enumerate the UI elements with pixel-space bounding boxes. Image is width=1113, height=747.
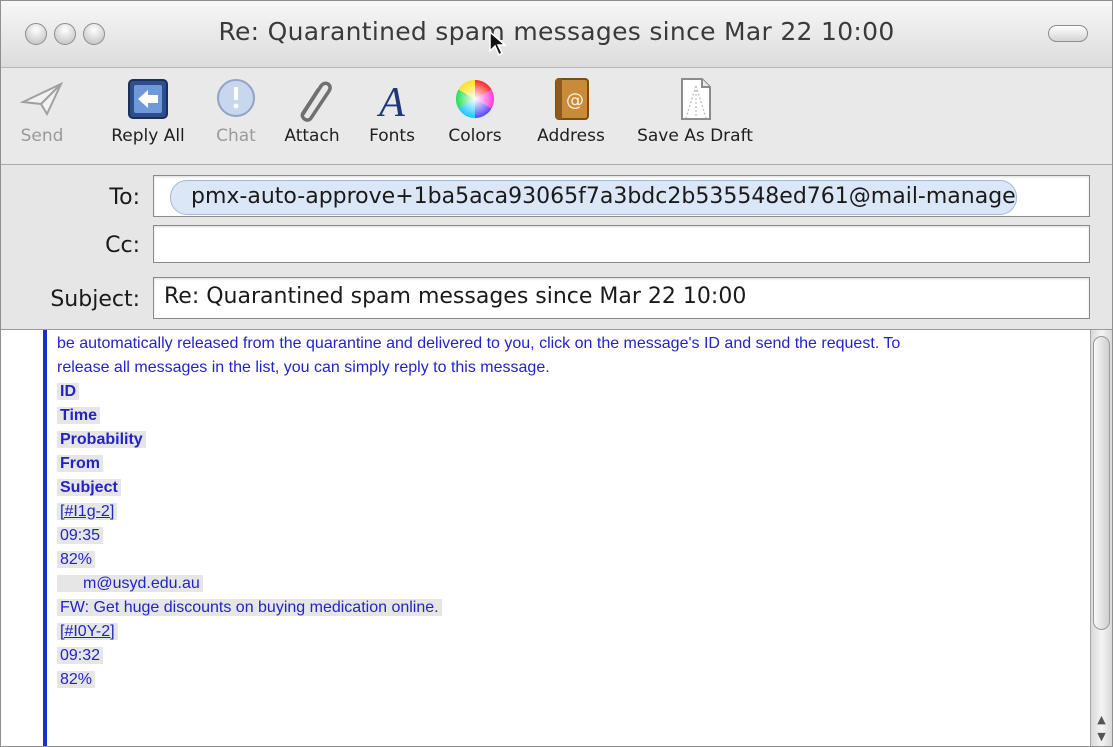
send-label: Send xyxy=(20,126,64,146)
mouse-pointer-icon xyxy=(489,31,508,57)
paperclip-icon xyxy=(300,81,332,122)
attach-label: Attach xyxy=(284,126,340,146)
window-title: Re: Quarantined spam messages since Mar … xyxy=(218,17,895,46)
subject-label: Subject: xyxy=(50,287,140,312)
subject-field[interactable]: Re: Quarantined spam messages since Mar … xyxy=(153,277,1090,319)
message-body[interactable]: be automatically released from the quara… xyxy=(1,329,1112,746)
scroll-up-arrow-icon[interactable]: ▲ xyxy=(1091,711,1112,729)
fonts-label: Fonts xyxy=(369,126,415,146)
paper-plane-icon xyxy=(19,81,64,117)
header-subject: Subject xyxy=(57,476,1087,500)
message-2-time: 09:32 xyxy=(57,647,104,664)
header-from: From xyxy=(57,452,1087,476)
to-label: To: xyxy=(109,185,140,210)
chat-button[interactable]: Chat xyxy=(206,68,266,164)
intro-line-2: release all messages in the list, you ca… xyxy=(57,359,550,376)
header-time-text: Time xyxy=(57,407,101,424)
compose-window: Re: Quarantined spam messages since Mar … xyxy=(0,0,1113,747)
message-1-time-row: 09:35 xyxy=(57,524,1087,548)
message-2-probability-row: 82% xyxy=(57,668,1087,692)
svg-text:A: A xyxy=(376,80,405,124)
message-1-subject: FW: Get huge discounts on buying medicat… xyxy=(57,599,442,616)
recipient-token[interactable]: pmx-auto-approve+1ba5aca93065f7a3bdc2b53… xyxy=(170,180,1017,215)
header-from-text: From xyxy=(57,455,103,472)
scroll-down-arrow-icon[interactable]: ▼ xyxy=(1091,728,1112,746)
header-probability: Probability xyxy=(57,428,1087,452)
message-2-time-row: 09:32 xyxy=(57,644,1087,668)
toolbar-toggle-button[interactable] xyxy=(1048,25,1088,42)
header-probability-text: Probability xyxy=(57,431,146,448)
title-bar: Re: Quarantined spam messages since Mar … xyxy=(1,1,1112,68)
address-button[interactable]: @ Address xyxy=(525,68,617,164)
svg-text:@: @ xyxy=(566,90,584,111)
fonts-button[interactable]: A Fonts xyxy=(357,68,427,164)
save-as-draft-button[interactable]: Save As Draft xyxy=(625,68,765,164)
message-2-id-row: [#I0Y-2] xyxy=(57,620,1087,644)
send-button[interactable]: Send xyxy=(11,68,73,164)
toolbar: Send Reply All Chat Attach A Fonts Color… xyxy=(1,68,1112,164)
to-field[interactable]: pmx-auto-approve+1ba5aca93065f7a3bdc2b53… xyxy=(153,175,1090,217)
address-book-icon: @ xyxy=(555,78,589,120)
reply-all-icon xyxy=(128,79,168,119)
message-1-probability-row: 82% xyxy=(57,548,1087,572)
cc-field[interactable] xyxy=(153,225,1090,263)
attach-button[interactable]: Attach xyxy=(275,68,349,164)
message-1-id-row: [#I1g-2] xyxy=(57,500,1087,524)
reply-all-button[interactable]: Reply All xyxy=(101,68,195,164)
draft-document-icon xyxy=(681,78,711,120)
chat-label: Chat xyxy=(216,126,256,146)
vertical-scrollbar[interactable]: ▲ ▼ xyxy=(1090,330,1112,746)
address-label: Address xyxy=(537,126,605,146)
scrollbar-thumb[interactable] xyxy=(1093,336,1110,630)
message-1-from-row: m@usyd.edu.au xyxy=(57,572,1087,596)
reply-all-label: Reply All xyxy=(111,126,185,146)
colors-label: Colors xyxy=(448,126,502,146)
save-as-draft-label: Save As Draft xyxy=(637,126,753,146)
message-1-id-link[interactable]: [#I1g-2] xyxy=(57,503,118,520)
colors-button[interactable]: Colors xyxy=(437,68,513,164)
font-letter-a-icon: A xyxy=(376,80,405,124)
message-1-subject-row: FW: Get huge discounts on buying medicat… xyxy=(57,596,1087,620)
quoted-content: be automatically released from the quara… xyxy=(57,332,1087,692)
message-1-time: 09:35 xyxy=(57,527,104,544)
color-wheel-icon xyxy=(455,79,495,119)
message-1-probability: 82% xyxy=(57,551,96,568)
header-id: ID xyxy=(57,380,1087,404)
header-time: Time xyxy=(57,404,1087,428)
message-2-probability: 82% xyxy=(57,671,96,688)
quote-bar xyxy=(43,330,47,746)
header-id-text: ID xyxy=(57,383,79,400)
intro-line-1: be automatically released from the quara… xyxy=(57,335,901,352)
message-2-id-link[interactable]: [#I0Y-2] xyxy=(57,623,118,640)
cc-label: Cc: xyxy=(105,233,140,258)
message-1-from: m@usyd.edu.au xyxy=(57,575,203,592)
header-fields: To: pmx-auto-approve+1ba5aca93065f7a3bdc… xyxy=(1,165,1112,329)
chat-bubble-icon xyxy=(217,79,255,117)
subject-value: Re: Quarantined spam messages since Mar … xyxy=(164,284,747,309)
header-subject-text: Subject xyxy=(57,479,121,496)
